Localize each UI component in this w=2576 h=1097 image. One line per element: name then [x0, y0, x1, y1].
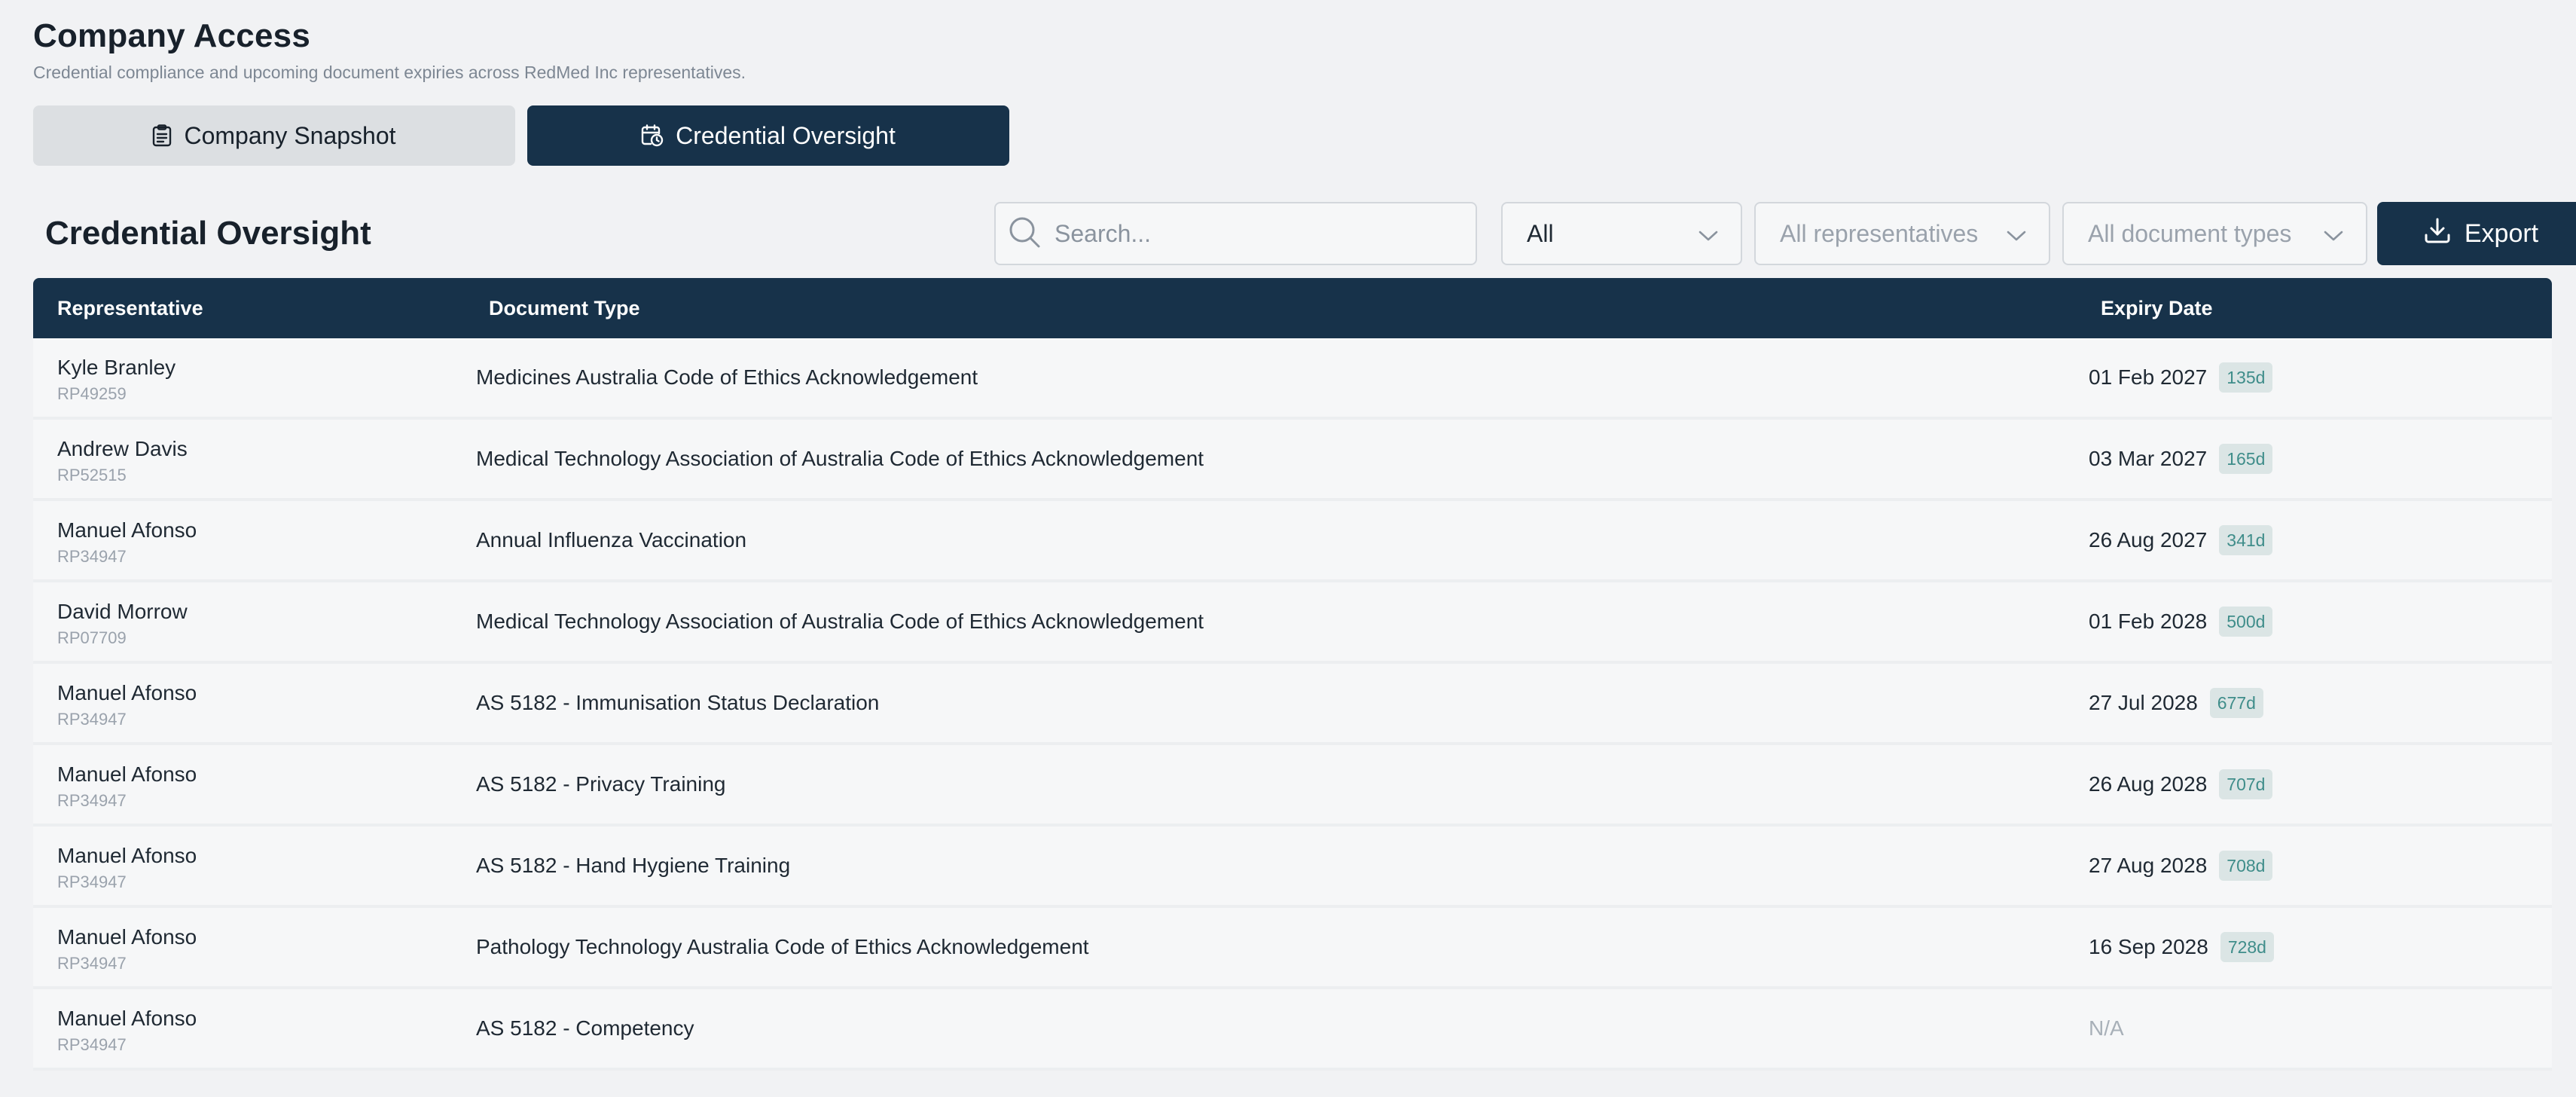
expiry-date: N/A: [2089, 1016, 2124, 1040]
expiry-cell: 01 Feb 2027 135d: [2089, 338, 2273, 417]
status-filter-value: All: [1527, 219, 1554, 247]
export-button[interactable]: Export: [2377, 202, 2576, 265]
days-remaining-badge: 707d: [2219, 769, 2273, 799]
chevron-down-icon: [2324, 220, 2343, 248]
clipboard-icon: [152, 124, 172, 147]
representative-id: RP34947: [57, 872, 127, 891]
days-remaining-badge: 500d: [2219, 607, 2273, 637]
representative-id: RP34947: [57, 791, 127, 810]
expiry-date: 27 Aug 2028: [2089, 854, 2208, 877]
document-type-filter-value: All document types: [2088, 219, 2292, 247]
expiry-cell: 16 Sep 2028 728d: [2089, 908, 2274, 986]
column-header-expiry-date: Expiry Date: [2101, 297, 2213, 319]
page-subtitle: Credential compliance and upcoming docum…: [33, 63, 746, 82]
tab-company-snapshot[interactable]: Company Snapshot: [33, 105, 515, 166]
search-input[interactable]: [1053, 218, 1448, 249]
representative-id: RP52515: [57, 466, 127, 484]
expiry-date: 16 Sep 2028: [2089, 935, 2208, 958]
document-type: AS 5182 - Hand Hygiene Training: [476, 854, 791, 877]
expiry-cell: 26 Aug 2028 707d: [2089, 745, 2273, 824]
table-row[interactable]: Manuel Afonso RP34947 AS 5182 - Competency…: [33, 989, 2552, 1071]
representative-id: RP34947: [57, 1035, 127, 1054]
days-remaining-badge: 341d: [2219, 525, 2273, 555]
page-title: Company Access: [33, 17, 310, 54]
expiry-date: 01 Feb 2028: [2089, 610, 2208, 633]
chevron-down-icon: [2007, 220, 2026, 248]
representative-id: RP34947: [57, 547, 127, 566]
document-type: Annual Influenza Vaccination: [476, 528, 747, 552]
representative-filter-value: All representatives: [1780, 219, 1979, 247]
table-row[interactable]: Manuel Afonso RP34947 AS 5182 - Privacy Tr…: [33, 745, 2552, 827]
search-box[interactable]: [994, 202, 1477, 265]
days-remaining-badge: 135d: [2219, 362, 2273, 393]
column-header-document-type: Document Type: [489, 297, 640, 319]
document-type: Medical Technology Association of Austra…: [476, 610, 1204, 633]
view-tabs: Company Snapshot Credential Oversight: [33, 105, 1009, 166]
representative-name: Manuel Afonso: [57, 762, 197, 786]
document-type: AS 5182 - Privacy Training: [476, 772, 726, 796]
representative-name: Manuel Afonso: [57, 518, 197, 542]
company-access-page: Company Access Credential compliance and…: [0, 0, 2576, 1097]
document-type: AS 5182 - Immunisation Status Declaratio…: [476, 691, 880, 714]
days-remaining-badge: 677d: [2209, 688, 2263, 718]
table-row[interactable]: Kyle Branley RP49259 Medicines Australia C…: [33, 338, 2552, 420]
expiry-cell: 26 Aug 2027 341d: [2089, 501, 2273, 579]
representative-filter-select[interactable]: All representatives: [1754, 202, 2050, 265]
document-type-filter-select[interactable]: All document types: [2062, 202, 2367, 265]
table-body: Kyle Branley RP49259 Medicines Australia C…: [33, 338, 2552, 1071]
representative-name: Manuel Afonso: [57, 925, 197, 949]
expiry-date: 27 Jul 2028: [2089, 691, 2198, 714]
document-type: Medical Technology Association of Austra…: [476, 447, 1204, 470]
tab-credential-oversight[interactable]: Credential Oversight: [527, 105, 1009, 166]
document-type: AS 5182 - Competency: [476, 1016, 694, 1040]
expiry-date: 26 Aug 2027: [2089, 528, 2208, 552]
export-label: Export: [2464, 218, 2539, 248]
document-type: Medicines Australia Code of Ethics Ackno…: [476, 365, 978, 389]
status-filter-select[interactable]: All: [1501, 202, 1742, 265]
calendar-clock-icon: [641, 124, 664, 147]
representative-id: RP07709: [57, 628, 127, 647]
column-header-representative: Representative: [57, 297, 203, 319]
representative-name: Andrew Davis: [57, 437, 188, 460]
expiry-cell: 27 Aug 2028 708d: [2089, 827, 2273, 905]
chevron-down-icon: [1699, 220, 1718, 248]
tab-label: Company Snapshot: [184, 121, 396, 149]
page-header: Company Access Credential compliance and…: [33, 15, 746, 83]
table-row[interactable]: Manuel Afonso RP34947 AS 5182 - Hand Hygie…: [33, 827, 2552, 908]
representative-name: Manuel Afonso: [57, 1007, 197, 1030]
tab-label: Credential Oversight: [676, 121, 896, 149]
search-icon: [1008, 215, 1041, 252]
representative-id: RP34947: [57, 710, 127, 729]
document-type: Pathology Technology Australia Code of E…: [476, 935, 1089, 958]
days-remaining-badge: 708d: [2219, 851, 2273, 881]
section-title: Credential Oversight: [45, 215, 371, 252]
representative-id: RP34947: [57, 954, 127, 973]
table-row[interactable]: Manuel Afonso RP34947 Annual Influenza Vac…: [33, 501, 2552, 582]
expiry-date: 03 Mar 2027: [2089, 447, 2208, 470]
table-row[interactable]: David Morrow RP07709 Medical Technology As…: [33, 582, 2552, 664]
days-remaining-badge: 165d: [2219, 444, 2273, 474]
expiry-cell: 03 Mar 2027 165d: [2089, 420, 2273, 498]
table-header: Representative Document Type Expiry Date: [33, 278, 2552, 338]
representative-name: Kyle Branley: [57, 356, 176, 379]
expiry-date: 26 Aug 2028: [2089, 772, 2208, 796]
credential-table: Representative Document Type Expiry Date…: [33, 278, 2552, 1071]
expiry-cell: 01 Feb 2028 500d: [2089, 582, 2273, 661]
expiry-date: 01 Feb 2027: [2089, 365, 2208, 389]
expiry-cell: N/A: [2089, 989, 2124, 1068]
table-row[interactable]: Manuel Afonso RP34947 AS 5182 - Immunisati…: [33, 664, 2552, 745]
table-row[interactable]: Andrew Davis RP52515 Medical Technology As…: [33, 420, 2552, 501]
representative-name: Manuel Afonso: [57, 844, 197, 867]
expiry-cell: 27 Jul 2028 677d: [2089, 664, 2263, 742]
representative-id: RP49259: [57, 384, 127, 403]
representative-name: David Morrow: [57, 600, 188, 623]
table-row[interactable]: Manuel Afonso RP34947 Pathology Technology…: [33, 908, 2552, 989]
representative-name: Manuel Afonso: [57, 681, 197, 704]
days-remaining-badge: 728d: [2220, 932, 2274, 962]
download-icon: [2424, 217, 2451, 251]
credential-toolbar: Credential Oversight All All representat…: [45, 202, 2576, 265]
